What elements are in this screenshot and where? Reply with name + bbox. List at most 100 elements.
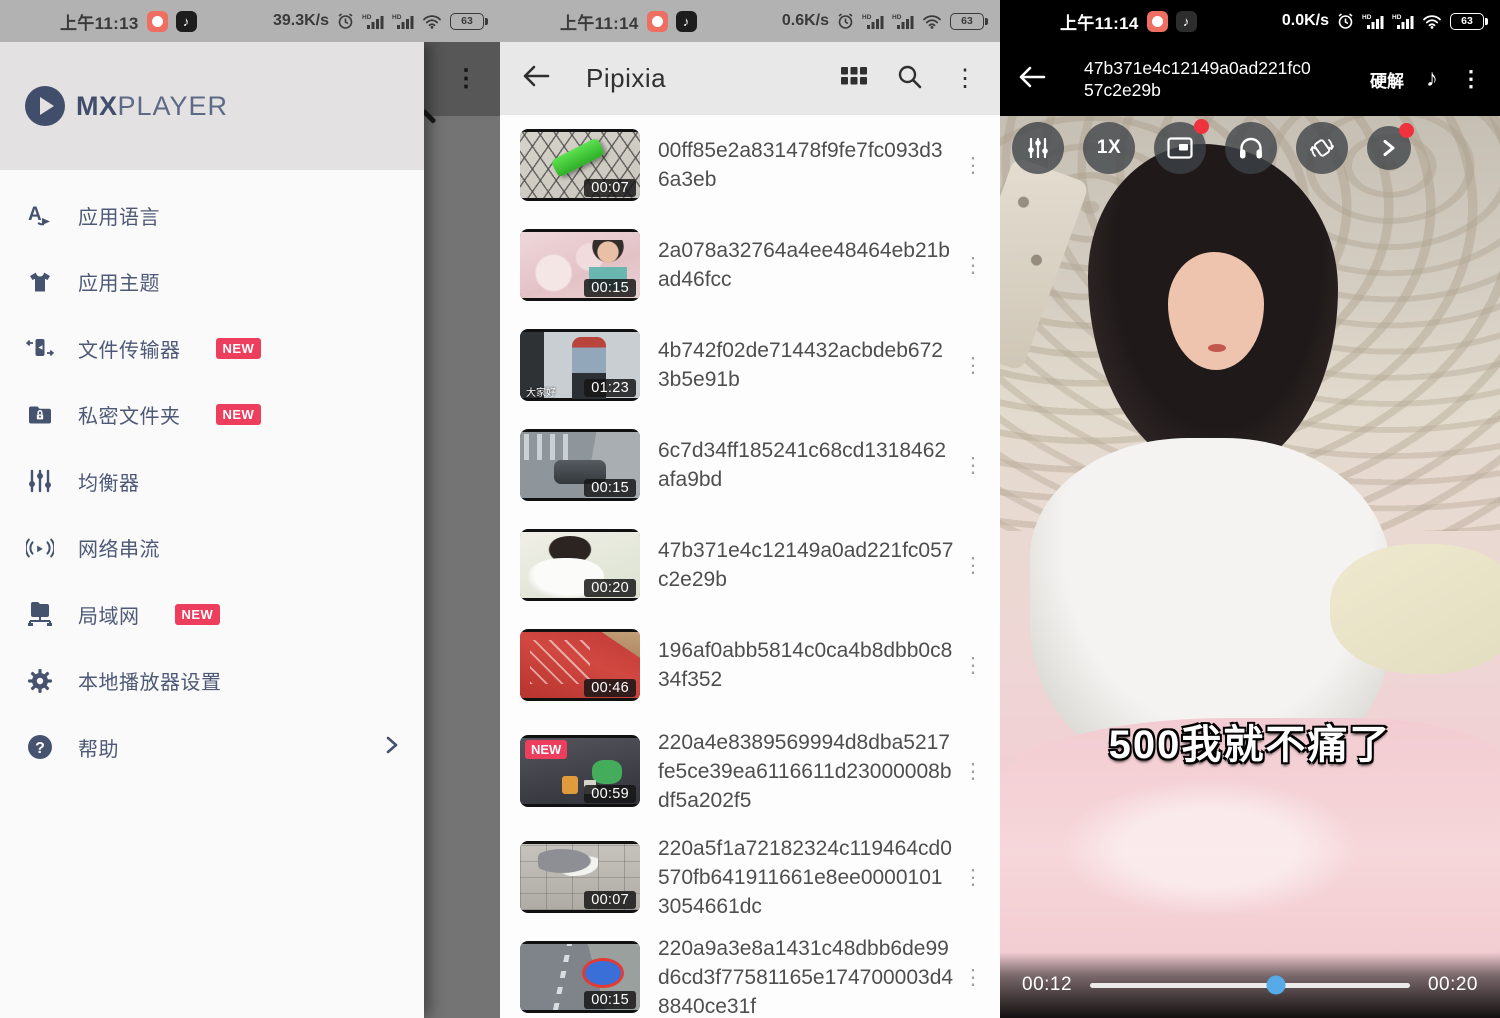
battery-icon: 63 bbox=[450, 13, 484, 30]
notification-dot bbox=[1399, 123, 1414, 138]
drawer-item-private-folder[interactable]: 私密文件夹 NEW bbox=[0, 382, 424, 449]
drawer-item-equalizer[interactable]: 均衡器 bbox=[0, 448, 424, 515]
drawer-item-lan[interactable]: 局域网 NEW bbox=[0, 581, 424, 648]
item-menu-icon[interactable]: ⋮ bbox=[960, 865, 986, 890]
video-list: 00:07 00ff85e2a831478f9fe7fc093d36a3eb ⋮… bbox=[500, 115, 1000, 1018]
clock-text: 上午11:14 bbox=[1060, 9, 1139, 34]
notification-dot bbox=[1194, 119, 1209, 134]
drawer-item-label: 应用主题 bbox=[78, 267, 160, 296]
item-menu-icon[interactable]: ⋮ bbox=[960, 965, 986, 990]
equalizer-icon[interactable] bbox=[1012, 122, 1064, 174]
lan-icon bbox=[26, 600, 54, 628]
panel-video-player: 上午11:14 ♪ 0.0K/s HD HD 63 47b371e4c12149… bbox=[1000, 0, 1500, 1018]
headphones-icon[interactable] bbox=[1225, 122, 1277, 174]
drawer-item-app-theme[interactable]: 应用主题 bbox=[0, 249, 424, 316]
video-title: 220a5f1a72182324c119464cd0570fb641911661… bbox=[658, 834, 954, 921]
seek-track[interactable] bbox=[1090, 983, 1410, 988]
rotate-screen-icon[interactable] bbox=[1296, 122, 1348, 174]
item-menu-icon[interactable]: ⋮ bbox=[960, 253, 986, 278]
expand-chevron-icon[interactable] bbox=[1367, 126, 1411, 170]
item-menu-icon[interactable]: ⋮ bbox=[960, 653, 986, 678]
video-frame-person-lips bbox=[1208, 344, 1226, 352]
playback-speed-button[interactable]: 1X bbox=[1083, 122, 1135, 174]
alarm-icon bbox=[837, 13, 854, 30]
drawer-item-local-player-settings[interactable]: 本地播放器设置 bbox=[0, 648, 424, 715]
duration-badge: 00:46 bbox=[584, 679, 636, 697]
video-thumbnail[interactable]: 大家好01:23 bbox=[520, 329, 640, 401]
screen-record-icon bbox=[1147, 11, 1168, 32]
wifi-icon bbox=[422, 14, 442, 29]
video-subtitle: 500我就不痛了 bbox=[1000, 712, 1500, 770]
private-folder-icon bbox=[26, 401, 54, 429]
help-icon: ? bbox=[26, 733, 54, 761]
svg-text:HD: HD bbox=[862, 14, 872, 21]
drawer-item-label: 局域网 bbox=[78, 600, 140, 629]
clock-text: 上午11:13 bbox=[60, 9, 139, 34]
duration-badge: 00:15 bbox=[584, 279, 636, 297]
item-menu-icon[interactable]: ⋮ bbox=[960, 353, 986, 378]
video-thumbnail[interactable]: 00:07 bbox=[520, 841, 640, 913]
seek-thumb[interactable] bbox=[1266, 976, 1285, 995]
video-list-item[interactable]: 00:15 220a9a3e8a1431c48dbb6de99d6cd3f775… bbox=[500, 927, 1000, 1018]
player-toolbar: 47b371e4c12149a0ad221fc057c2e29b 硬解 ♪ ⋮ bbox=[1000, 42, 1500, 116]
status-bar: 上午11:14 ♪ 0.6K/s HD HD 63 bbox=[500, 0, 1000, 42]
signal-hd-icon: HD bbox=[392, 13, 414, 30]
video-surface[interactable]: 1X 500我就不痛了 00:12 00:20 bbox=[1000, 116, 1500, 1018]
video-list-item[interactable]: 00:07 00ff85e2a831478f9fe7fc093d36a3eb ⋮ bbox=[500, 115, 1000, 215]
video-thumbnail[interactable]: 00:15 bbox=[520, 229, 640, 301]
video-list-item[interactable]: 00:46 196af0abb5814c0ca4b8dbb0c834f352 ⋮ bbox=[500, 615, 1000, 715]
duration-badge: 00:07 bbox=[584, 179, 636, 197]
drawer-item-network-stream[interactable]: 网络串流 bbox=[0, 515, 424, 582]
video-list-item[interactable]: 00:07 220a5f1a72182324c119464cd0570fb641… bbox=[500, 827, 1000, 927]
back-icon[interactable] bbox=[522, 64, 550, 93]
video-list-item[interactable]: 大家好01:23 4b742f02de714432acbdeb6723b5e91… bbox=[500, 315, 1000, 415]
duration-badge: 00:15 bbox=[584, 991, 636, 1009]
search-icon[interactable] bbox=[897, 64, 922, 94]
signal-hd-icon: HD bbox=[1392, 13, 1414, 30]
svg-text:HD: HD bbox=[362, 14, 372, 21]
video-thumbnail[interactable]: 00:15 bbox=[520, 941, 640, 1013]
back-icon[interactable] bbox=[1018, 65, 1046, 94]
signal-hd-icon: HD bbox=[892, 13, 914, 30]
signal-hd-icon: HD bbox=[862, 13, 884, 30]
video-list-item[interactable]: 00:15 6c7d34ff185241c68cd1318462afa9bd ⋮ bbox=[500, 415, 1000, 515]
video-list-item[interactable]: 00:20 47b371e4c12149a0ad221fc057c2e29b ⋮ bbox=[500, 515, 1000, 615]
video-title: 4b742f02de714432acbdeb6723b5e91b bbox=[658, 336, 954, 394]
network-speed-text: 0.6K/s bbox=[782, 12, 829, 30]
brand-player: PLAYER bbox=[118, 91, 229, 121]
video-thumbnail[interactable]: 00:15 bbox=[520, 429, 640, 501]
video-thumbnail[interactable]: 00:20 bbox=[520, 529, 640, 601]
drawer-item-label: 本地播放器设置 bbox=[78, 666, 222, 695]
overflow-menu-icon[interactable]: ⋮ bbox=[952, 64, 978, 93]
drawer-item-label: 私密文件夹 bbox=[78, 400, 181, 429]
svg-text:A: A bbox=[28, 204, 42, 225]
equalizer-icon bbox=[26, 467, 54, 495]
video-thumbnail[interactable]: 00:46 bbox=[520, 629, 640, 701]
overflow-menu-icon[interactable]: ⋮ bbox=[1460, 66, 1482, 92]
duration-badge: 01:23 bbox=[584, 379, 636, 397]
music-note-icon[interactable]: ♪ bbox=[1426, 65, 1438, 93]
panel-drawer-screen: ⋮ 上午11:13 ♪ 39.3K/s HD HD 63 MXPLAYER bbox=[0, 0, 500, 1018]
item-menu-icon[interactable]: ⋮ bbox=[960, 453, 986, 478]
screen-record-icon bbox=[147, 11, 168, 32]
drawer-item-app-language[interactable]: A 应用语言 bbox=[0, 182, 424, 249]
drawer-item-file-transfer[interactable]: 文件传输器 NEW bbox=[0, 315, 424, 382]
video-list-item[interactable]: 00:15 2a078a32764a4ee48464eb21bad46fcc ⋮ bbox=[500, 215, 1000, 315]
item-menu-icon[interactable]: ⋮ bbox=[960, 153, 986, 178]
video-list-item[interactable]: NEW00:59 220a4e8389569994d8dba5217fe5ce3… bbox=[500, 715, 1000, 827]
chevron-right-icon bbox=[386, 736, 398, 759]
video-thumbnail[interactable]: 00:07 bbox=[520, 129, 640, 201]
video-thumbnail[interactable]: NEW00:59 bbox=[520, 735, 640, 807]
item-menu-icon[interactable]: ⋮ bbox=[960, 553, 986, 578]
folder-title: Pipixia bbox=[586, 63, 666, 94]
drawer-item-help[interactable]: ? 帮助 bbox=[0, 714, 424, 781]
brand-mx: MX bbox=[76, 91, 118, 121]
item-menu-icon[interactable]: ⋮ bbox=[960, 759, 986, 784]
wifi-icon bbox=[1422, 14, 1442, 29]
battery-icon: 63 bbox=[1450, 13, 1484, 30]
video-title: 47b371e4c12149a0ad221fc057c2e29b bbox=[658, 536, 954, 594]
duration-badge: 00:15 bbox=[584, 479, 636, 497]
decoder-toggle[interactable]: 硬解 bbox=[1370, 67, 1404, 92]
grid-view-icon[interactable] bbox=[841, 66, 867, 91]
pip-icon[interactable] bbox=[1154, 122, 1206, 174]
